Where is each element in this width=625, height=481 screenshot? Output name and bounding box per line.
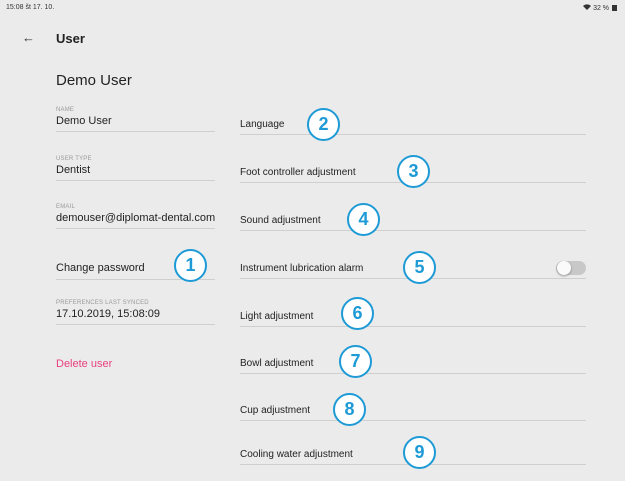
name-value: Demo User: [56, 115, 112, 127]
profile-display-name: Demo User: [56, 72, 132, 89]
badge-3: 3: [397, 155, 430, 188]
user-type-field[interactable]: USER TYPE Dentist: [56, 156, 215, 181]
toggle-knob: [557, 261, 571, 275]
badge-5: 5: [403, 251, 436, 284]
preferences-synced-field: PREFERENCES LAST SYNCED 17.10.2019, 15:0…: [56, 300, 215, 325]
status-time-date: 15:08 št 17. 10.: [6, 4, 55, 11]
page-title: User: [56, 31, 85, 46]
synced-value: 17.10.2019, 15:08:09: [56, 308, 160, 320]
badge-8: 8: [333, 393, 366, 426]
setting-cup[interactable]: Cup adjustment: [240, 397, 586, 421]
setting-sound[interactable]: Sound adjustment: [240, 207, 586, 231]
setting-light[interactable]: Light adjustment: [240, 303, 586, 327]
name-label: NAME: [56, 107, 75, 113]
badge-6: 6: [341, 297, 374, 330]
setting-label: Language: [240, 119, 285, 130]
email-label: EMAIL: [56, 204, 76, 210]
user-type-value: Dentist: [56, 164, 91, 176]
synced-label: PREFERENCES LAST SYNCED: [56, 300, 149, 306]
setting-bowl[interactable]: Bowl adjustment: [240, 351, 586, 374]
change-password-label: Change password: [56, 262, 145, 274]
wifi-icon: [583, 4, 593, 12]
email-value: demouser@diplomat-dental.com: [56, 212, 215, 224]
email-field[interactable]: EMAIL demouser@diplomat-dental.com: [56, 204, 215, 229]
lubrication-alarm-toggle[interactable]: [556, 261, 586, 275]
status-bar: 15:08 št 17. 10. 32 %: [0, 0, 625, 16]
setting-label: Cup adjustment: [240, 405, 311, 416]
setting-label: Foot controller adjustment: [240, 167, 356, 178]
setting-label: Bowl adjustment: [240, 358, 314, 369]
badge-2: 2: [307, 108, 340, 141]
setting-language[interactable]: Language: [240, 110, 586, 135]
back-arrow-icon[interactable]: ←: [22, 30, 35, 45]
status-right: 32 %: [583, 4, 617, 12]
setting-label: Light adjustment: [240, 311, 314, 322]
badge-7: 7: [339, 345, 372, 378]
setting-label: Sound adjustment: [240, 215, 321, 226]
name-field[interactable]: NAME Demo User: [56, 107, 215, 132]
delete-user-button[interactable]: Delete user: [56, 358, 112, 370]
setting-label: Instrument lubrication alarm: [240, 263, 364, 274]
battery-percent: 32 %: [593, 5, 610, 12]
battery-icon: [612, 5, 617, 11]
badge-9: 9: [403, 436, 436, 469]
setting-label: Cooling water adjustment: [240, 449, 353, 460]
badge-4: 4: [347, 203, 380, 236]
user-type-label: USER TYPE: [56, 156, 92, 162]
badge-1: 1: [174, 249, 207, 282]
